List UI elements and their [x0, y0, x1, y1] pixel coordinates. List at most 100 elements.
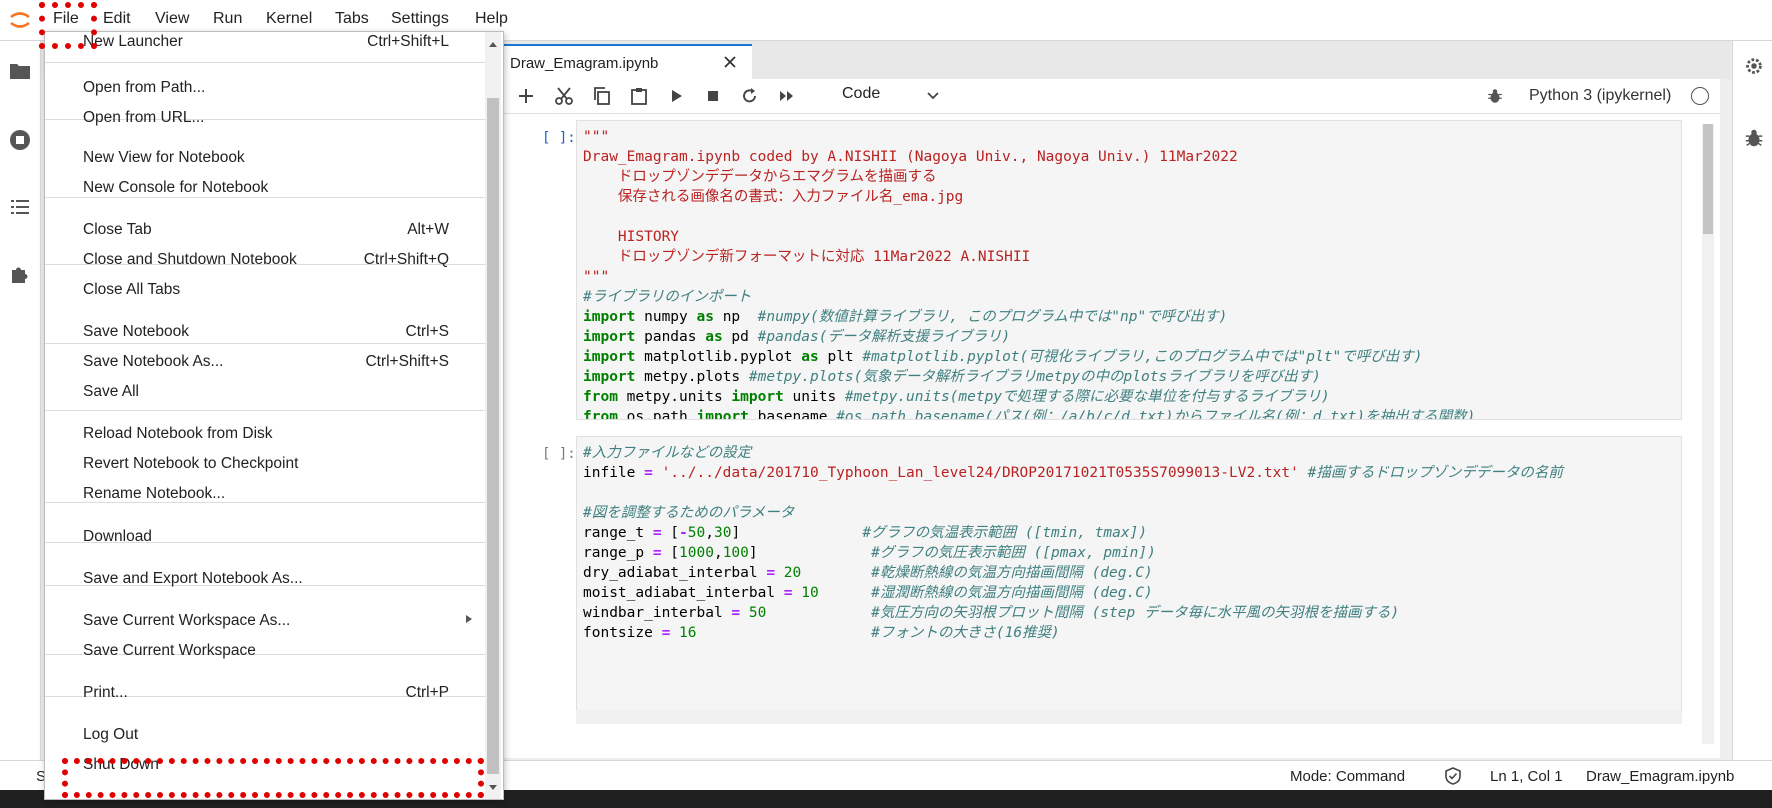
status-cursor-position[interactable]: Ln 1, Col 1 — [1490, 768, 1563, 785]
copy-icon[interactable] — [592, 86, 612, 106]
code-token: 1000 — [679, 545, 714, 561]
code-token: #グラフの気圧表示範囲 ([pmax, pmin]) — [871, 545, 1156, 561]
menu-shortcut: Ctrl+Shift+L — [367, 33, 449, 50]
code-token: #気圧方向の矢羽根プロット間隔 (step データ毎に水平風の矢羽根を描画する) — [871, 605, 1400, 621]
debugger-bug-icon[interactable] — [1486, 87, 1504, 105]
scroll-thumb[interactable] — [487, 98, 499, 774]
menu-item-close-and-shutdown-notebook[interactable]: Close and Shutdown Notebook — [83, 251, 297, 269]
menu-item-rename-notebook[interactable]: Rename Notebook... — [83, 485, 225, 503]
notebook-panel[interactable]: [ ]: """ Draw_Emagram.ipynb coded by A.NI… — [500, 114, 1720, 758]
menu-item-download[interactable]: Download — [83, 528, 152, 546]
code-token: plt — [818, 349, 863, 365]
fast-forward-icon[interactable] — [777, 86, 797, 106]
run-icon[interactable] — [666, 86, 686, 106]
code-token: as — [705, 329, 723, 345]
code-token: 30 — [713, 525, 732, 541]
menu-scrollbar[interactable] — [485, 32, 501, 799]
vertical-scrollbar[interactable] — [1702, 124, 1714, 744]
property-inspector-gear-icon[interactable] — [1743, 55, 1765, 77]
extensions-puzzle-icon[interactable] — [8, 262, 32, 286]
menu-item-close-tab[interactable]: Close Tab — [83, 221, 152, 239]
scroll-thumb[interactable] — [1703, 124, 1713, 234]
menu-item-new-launcher[interactable]: New Launcher — [83, 33, 183, 51]
menu-item-log-out[interactable]: Log Out — [83, 726, 138, 744]
menu-view[interactable]: View — [155, 10, 189, 28]
menu-item-open-from-url[interactable]: Open from URL... — [83, 109, 204, 127]
tab-title: Draw_Emagram.ipynb — [510, 55, 659, 72]
code-token: pd — [722, 329, 758, 345]
code-line: HISTORY — [583, 227, 679, 247]
code-line: range_t = [-50,30] #グラフの気温表示範囲 ([tmin, t… — [583, 523, 1147, 543]
code-line: import matplotlib.pyplot as plt #matplot… — [583, 347, 1422, 367]
code-token: = — [661, 625, 671, 641]
code-token: 50 — [748, 605, 767, 621]
shield-check-icon[interactable] — [1444, 767, 1462, 785]
running-sessions-icon[interactable] — [8, 128, 32, 152]
code-token: import — [583, 349, 636, 365]
paste-icon[interactable] — [629, 86, 649, 106]
plus-icon[interactable] — [516, 86, 536, 106]
menu-item-save-all[interactable]: Save All — [83, 383, 139, 401]
chevron-down-icon[interactable] — [926, 89, 940, 103]
code-line: #図を調整するためのパラメータ — [583, 503, 794, 523]
menu-kernel[interactable]: Kernel — [266, 10, 312, 28]
scroll-down-icon[interactable] — [488, 784, 498, 792]
code-token: metpy.plots — [635, 369, 749, 385]
menu-item-close-all-tabs[interactable]: Close All Tabs — [83, 281, 180, 299]
cut-icon[interactable] — [554, 86, 574, 106]
code-line: import metpy.plots #metpy.plots(気象データ解析ラ… — [583, 367, 1321, 387]
code-cell-input[interactable]: #入力ファイルなどの設定 infile = '../../data/201710_… — [576, 436, 1682, 724]
menu-separator — [45, 410, 485, 411]
debugger-bug-icon[interactable] — [1743, 127, 1765, 149]
menu-item-save-and-export-notebook-as[interactable]: Save and Export Notebook As... — [83, 570, 303, 588]
code-token: = — [766, 565, 776, 581]
scroll-up-icon[interactable] — [488, 40, 498, 48]
menu-item-new-view-for-notebook[interactable]: New View for Notebook — [83, 149, 245, 167]
menu-item-save-notebook[interactable]: Save Notebook — [83, 323, 189, 341]
menu-settings[interactable]: Settings — [391, 10, 449, 28]
menu-run[interactable]: Run — [213, 10, 242, 28]
menu-item-save-notebook-as[interactable]: Save Notebook As... — [83, 353, 223, 371]
menu-tabs[interactable]: Tabs — [335, 10, 369, 28]
table-of-contents-icon[interactable] — [8, 195, 32, 219]
menu-help[interactable]: Help — [475, 10, 508, 28]
status-filename: Draw_Emagram.ipynb — [1586, 768, 1735, 785]
restart-icon[interactable] — [740, 86, 760, 106]
code-line: """ — [583, 127, 609, 147]
code-line: moist_adiabat_interbal = 10 #湿潤断熱線の気温方向描… — [583, 583, 1153, 603]
menu-item-new-console-for-notebook[interactable]: New Console for Notebook — [83, 179, 268, 197]
menu-item-revert-notebook-to-checkpoint[interactable]: Revert Notebook to Checkpoint — [83, 455, 298, 473]
tab-draw-emagram[interactable]: Draw_Emagram.ipynb — [500, 44, 752, 81]
code-token: 10 — [801, 585, 819, 601]
code-token: #metpy.plots(気象データ解析ライブラリmetpyの中のplotsライ… — [748, 369, 1321, 385]
menu-edit[interactable]: Edit — [103, 10, 131, 28]
code-token: [ — [661, 545, 680, 561]
menu-item-save-current-workspace[interactable]: Save Current Workspace — [83, 642, 256, 660]
code-token: = — [644, 465, 653, 481]
menu-item-open-from-path[interactable]: Open from Path... — [83, 79, 205, 97]
horizontal-scrollbar[interactable] — [576, 710, 1682, 724]
menu-item-save-current-workspace-as[interactable]: Save Current Workspace As... — [83, 612, 290, 630]
code-token: ドロップゾンデデータからエマグラムを描画する — [583, 169, 937, 185]
folder-icon[interactable] — [8, 59, 32, 83]
code-token: as — [696, 309, 714, 325]
code-cell-input[interactable]: """ Draw_Emagram.ipynb coded by A.NISHII … — [576, 120, 1682, 420]
menu-item-reload-notebook-from-disk[interactable]: Reload Notebook from Disk — [83, 425, 273, 443]
menu-item-print[interactable]: Print... — [83, 684, 128, 702]
status-mode[interactable]: Mode: Command — [1290, 768, 1405, 785]
code-token: ] — [731, 525, 863, 541]
cell-type-select[interactable]: Code — [842, 85, 880, 103]
close-icon[interactable] — [722, 54, 738, 70]
jupyter-logo-icon[interactable] — [8, 8, 32, 32]
file-menu-highlight — [39, 2, 97, 49]
kernel-name[interactable]: Python 3 (ipykernel) — [1529, 87, 1671, 105]
code-token: matplotlib.pyplot — [635, 349, 802, 365]
menu-shortcut: Ctrl+Shift+S — [365, 353, 449, 370]
stop-icon[interactable] — [703, 86, 723, 106]
